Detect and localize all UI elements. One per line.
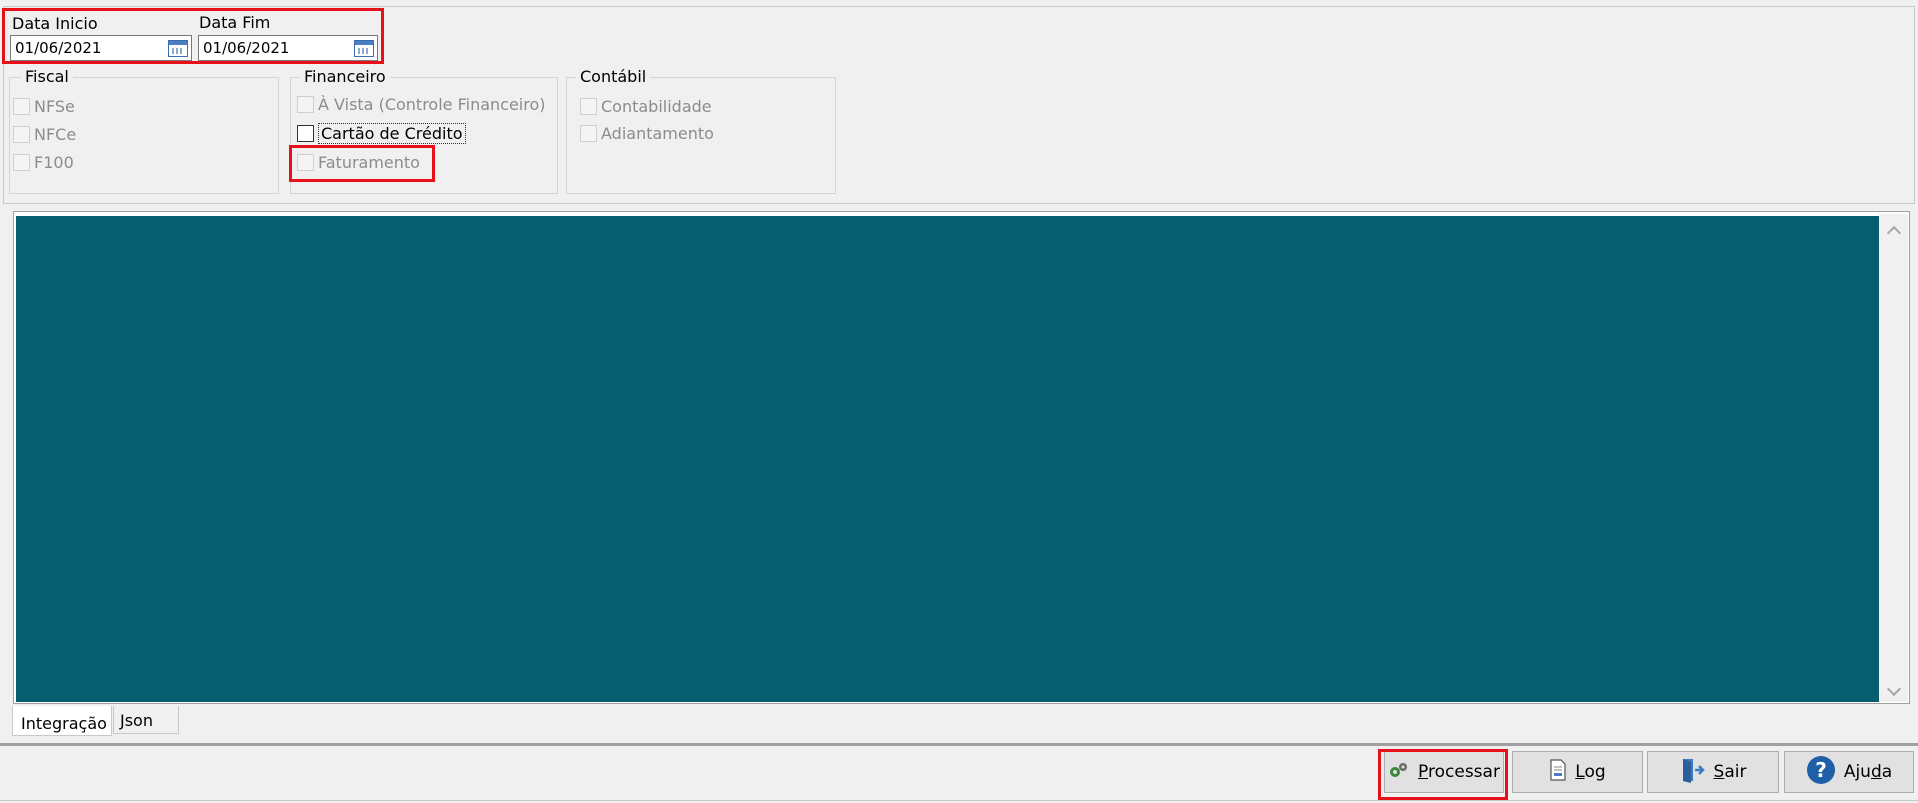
checkbox-cartao-credito[interactable]: Cartão de Crédito [297, 123, 466, 144]
highlight-dates [2, 8, 384, 64]
chevron-up-icon[interactable] [1886, 225, 1902, 241]
log-button[interactable]: Log [1512, 751, 1643, 793]
checkbox-box[interactable] [580, 98, 597, 115]
checkbox-box[interactable] [580, 125, 597, 142]
checkbox-nfce[interactable]: NFCe [13, 125, 76, 144]
chevron-down-icon[interactable] [1886, 681, 1902, 697]
checkbox-label: Contabilidade [601, 97, 712, 116]
ajuda-button[interactable]: ? Ajuda [1784, 751, 1914, 793]
checkbox-box[interactable] [13, 98, 30, 115]
tab-json[interactable]: Json [113, 706, 179, 734]
checkbox-box[interactable] [297, 96, 314, 113]
checkbox-label: À Vista (Controle Financeiro) [318, 95, 546, 114]
checkbox-f100[interactable]: F100 [13, 153, 74, 172]
integration-output-area[interactable] [16, 216, 1879, 702]
checkbox-a-vista[interactable]: À Vista (Controle Financeiro) [297, 95, 546, 114]
help-icon: ? [1806, 755, 1836, 790]
checkbox-label: NFCe [34, 125, 77, 144]
checkbox-label: Cartão de Crédito [318, 123, 466, 144]
vertical-scrollbar[interactable] [1879, 214, 1908, 702]
checkbox-box[interactable] [13, 154, 30, 171]
svg-text:?: ? [1815, 758, 1827, 782]
checkbox-nfse[interactable]: NFSe [13, 97, 75, 116]
fiscal-group-title: Fiscal [21, 67, 73, 86]
footer-divider [0, 743, 1918, 746]
highlight-faturamento [289, 145, 435, 182]
checkbox-box[interactable] [297, 125, 314, 142]
button-label: Sair [1713, 762, 1747, 782]
highlight-processar [1378, 749, 1508, 800]
tab-label: Integração [21, 714, 107, 733]
contabil-group-title: Contábil [576, 67, 651, 86]
document-icon [1549, 758, 1567, 786]
button-label: Log [1575, 762, 1606, 782]
footer-divider-bottom [0, 800, 1918, 801]
checkbox-label: F100 [34, 153, 74, 172]
checkbox-box[interactable] [13, 126, 30, 143]
checkbox-label: NFSe [34, 97, 75, 116]
checkbox-contabilidade[interactable]: Contabilidade [580, 97, 712, 116]
tab-integracao[interactable]: Integração [12, 706, 112, 736]
exit-door-icon [1680, 757, 1706, 788]
checkbox-adiantamento[interactable]: Adiantamento [580, 124, 714, 143]
sair-button[interactable]: Sair [1647, 751, 1779, 793]
tab-label: Json [120, 711, 153, 730]
button-label: Ajuda [1843, 762, 1893, 782]
checkbox-label: Adiantamento [601, 124, 714, 143]
financeiro-group-title: Financeiro [300, 67, 390, 86]
